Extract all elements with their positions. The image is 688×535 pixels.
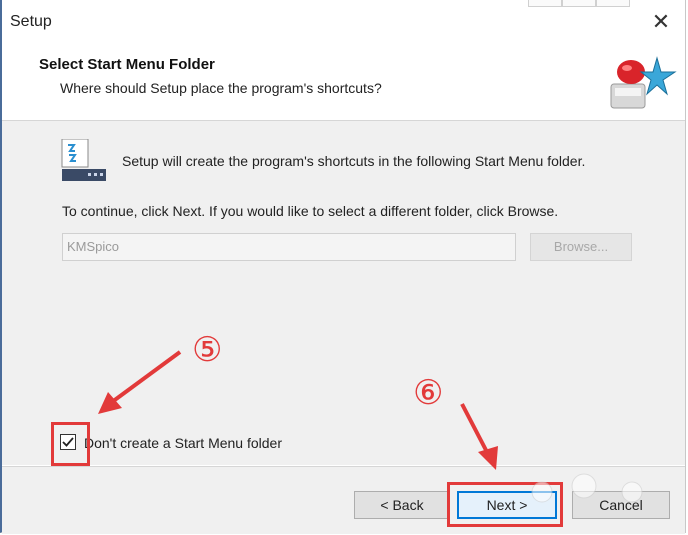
info-text: Setup will create the program's shortcut… <box>122 153 586 169</box>
title-bar: Setup ✕ <box>2 0 685 44</box>
step-6-marker: ⑥ <box>413 373 444 413</box>
wizard-header: Select Start Menu Folder Where should Se… <box>2 44 685 121</box>
wizard-body: Setup will create the program's shortcut… <box>2 121 685 465</box>
back-button[interactable]: < Back <box>354 491 450 519</box>
instructions-text: To continue, click Next. If you would li… <box>62 203 559 219</box>
page-subtitle: Where should Setup place the program's s… <box>60 80 382 96</box>
close-icon[interactable]: ✕ <box>647 8 675 36</box>
step-5-marker: ⑤ <box>192 330 223 370</box>
start-menu-folder-input[interactable]: KMSpico <box>62 233 516 261</box>
setup-window: Setup ✕ Select Start Menu Folder Where s… <box>0 0 686 534</box>
background-window-edge <box>596 0 630 7</box>
browse-button[interactable]: Browse... <box>530 233 632 261</box>
page-title: Select Start Menu Folder <box>39 56 215 73</box>
background-window-edge <box>562 0 596 7</box>
no-start-menu-label: Don't create a Start Menu folder <box>84 435 282 451</box>
setup-wizard-logo-icon <box>610 56 677 109</box>
checkbox-highlight <box>51 422 90 466</box>
background-window-edge <box>528 0 562 7</box>
window-title: Setup <box>10 13 52 30</box>
watermark-logo <box>531 473 643 503</box>
start-menu-folder-icon <box>61 139 106 181</box>
